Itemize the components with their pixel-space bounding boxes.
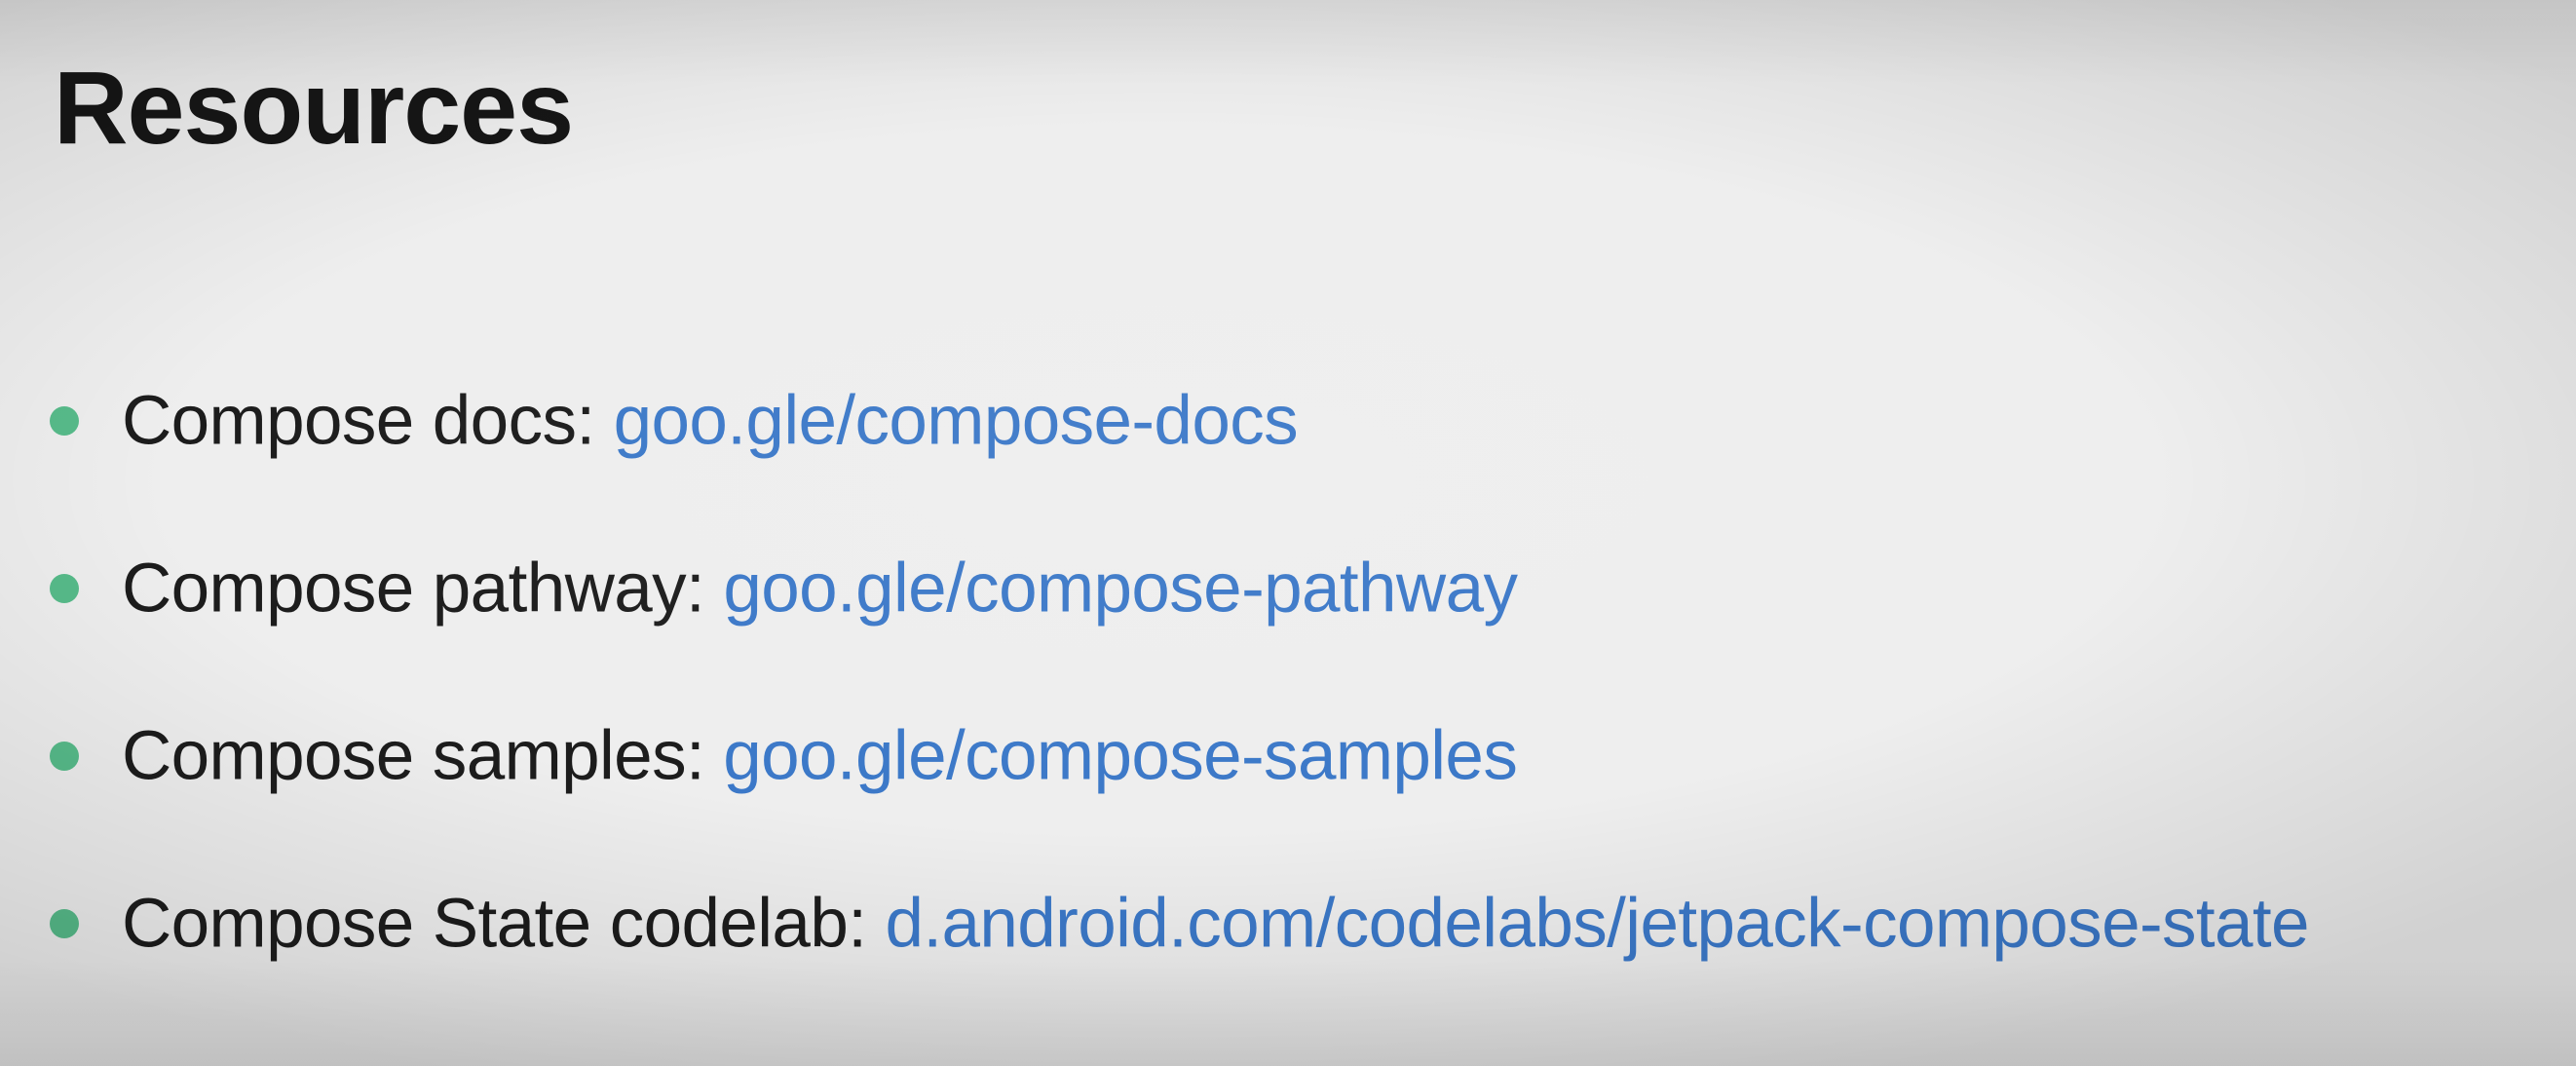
list-item-text: Compose State codelab: d.android.com/cod… [122,890,2310,959]
bullet-dot-icon [50,406,79,436]
bullet-dot-icon [50,574,79,603]
compose-pathway-link[interactable]: goo.gle/compose-pathway [723,551,1518,628]
list-item-text: Compose docs: goo.gle/compose-docs [122,387,1299,456]
compose-state-codelab-link[interactable]: d.android.com/codelabs/jetpack-compose-s… [885,886,2309,963]
list-item-text: Compose pathway: goo.gle/compose-pathway [122,554,1518,624]
list-item-text: Compose samples: goo.gle/compose-samples [122,722,1518,791]
slide: Resources Compose docs: goo.gle/compose-… [0,0,2576,1066]
bullet-dot-icon [50,909,79,938]
list-item-label: Compose pathway: [122,550,705,628]
bullet-dot-icon [50,742,79,771]
list-item-label: Compose docs: [122,382,595,460]
list-item-label: Compose samples: [122,717,705,795]
list-item-label: Compose State codelab: [122,885,867,963]
compose-samples-link[interactable]: goo.gle/compose-samples [723,718,1518,795]
slide-title: Resources [54,51,574,166]
compose-docs-link[interactable]: goo.gle/compose-docs [614,383,1299,460]
